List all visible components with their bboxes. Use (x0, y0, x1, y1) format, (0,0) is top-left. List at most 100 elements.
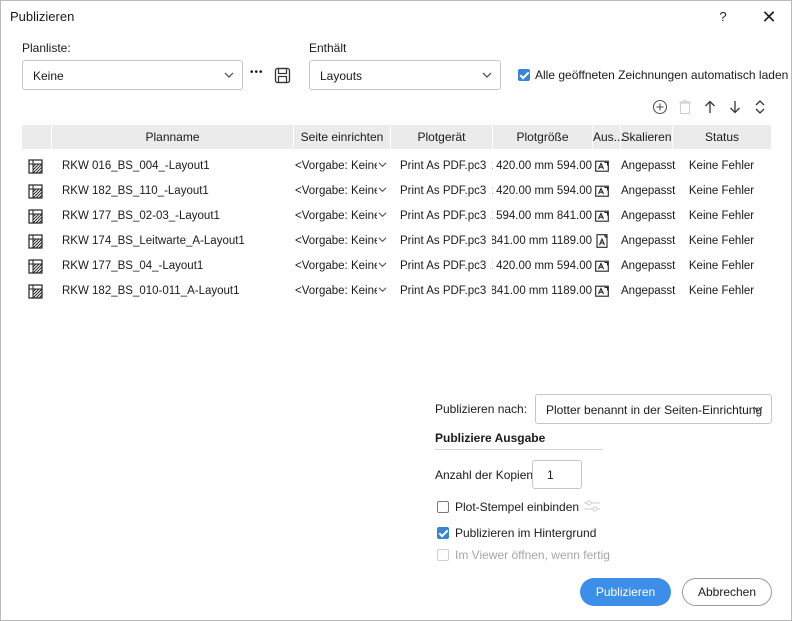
chevron-down-icon (224, 72, 234, 78)
sheet-name: RKW 174_BS_Leitwarte_A-Layout1 (62, 235, 245, 247)
scale-value: Angepasst (621, 260, 676, 272)
enthaelt-dropdown[interactable]: Layouts (309, 60, 501, 90)
sheet-name: RKW 177_BS_02-03_-Layout1 (62, 210, 220, 222)
table-row[interactable]: RKW 177_BS_04_-Layout1 <Vorgabe: Keine> Pr… (22, 254, 771, 279)
page-setup-value: <Vorgabe: Keine> (295, 210, 377, 222)
portrait-orientation-icon[interactable] (595, 229, 617, 254)
delete-icon[interactable] (677, 99, 693, 115)
page-setup-value: <Vorgabe: Keine> (295, 160, 377, 172)
publish-to-value: Plotter benannt in der Seiten-Einrichtun… (546, 403, 763, 417)
plot-stamp-checkbox[interactable] (437, 501, 449, 513)
dialog-title: Publizieren (10, 9, 75, 24)
chevron-down-icon (378, 279, 387, 304)
table-header: Planname Seite einrichten Plotgerät Plot… (22, 125, 771, 149)
column-header-seite-einrichten[interactable]: Seite einrichten (293, 125, 390, 149)
publish-button[interactable]: Publizieren (580, 578, 671, 606)
page-setup-value: <Vorgabe: Keine> (295, 235, 377, 247)
scale-value: Angepasst (621, 285, 676, 297)
sort-icon[interactable] (752, 99, 768, 115)
page-setup-value: <Vorgabe: Keine> (295, 260, 377, 272)
auto-load-checkbox[interactable] (518, 69, 530, 81)
close-button[interactable]: ✕ (755, 5, 783, 29)
chevron-down-icon (378, 154, 387, 179)
move-up-icon[interactable] (702, 99, 718, 115)
settings-sliders-icon[interactable] (583, 499, 601, 513)
save-icon[interactable] (272, 65, 292, 85)
layout-sheet-icon (28, 229, 46, 254)
column-header-plotgeraet[interactable]: Plotgerät (390, 125, 492, 149)
plot-device: Print As PDF.pc3 (400, 285, 487, 297)
status-value: Keine Fehler (688, 210, 755, 222)
column-header-planname[interactable]: Planname (51, 125, 293, 149)
table-row[interactable]: RKW 177_BS_02-03_-Layout1 <Vorgabe: Keine… (22, 204, 771, 229)
landscape-orientation-icon[interactable] (595, 254, 617, 279)
publish-to-label: Publizieren nach: (435, 402, 528, 416)
plot-size: 1189.00 x 841.00 mm (492, 235, 592, 247)
publish-to-dropdown[interactable]: Plotter benannt in der Seiten-Einrichtun… (535, 394, 772, 424)
column-header-ausrichtung[interactable]: Aus... (592, 125, 624, 149)
layout-sheet-icon (28, 179, 46, 204)
chevron-down-icon (378, 254, 387, 279)
move-down-icon[interactable] (727, 99, 743, 115)
status-value: Keine Fehler (688, 260, 755, 272)
table-row[interactable]: RKW 174_BS_Leitwarte_A-Layout1 <Vorgabe: … (22, 229, 771, 254)
plot-size: 594.00 x 420.00 mm (492, 185, 592, 197)
enthaelt-value: Layouts (320, 69, 363, 83)
table-row[interactable]: RKW 182_BS_110_-Layout1 <Vorgabe: Keine> P… (22, 179, 771, 204)
sheet-name: RKW 016_BS_004_-Layout1 (62, 160, 210, 172)
auto-load-label: Alle geöffneten Zeichnungen automatisch … (535, 68, 789, 82)
plot-size: 594.00 x 420.00 mm (492, 160, 592, 172)
landscape-orientation-icon[interactable] (595, 204, 617, 229)
layout-sheet-icon (28, 154, 46, 179)
column-header-icon (22, 125, 51, 149)
publish-dialog: Publizieren ? ✕ Planliste: Keine ••• Ent… (0, 0, 792, 621)
background-publish-checkbox[interactable] (437, 527, 449, 539)
more-options-button[interactable]: ••• (250, 67, 264, 78)
status-value: Keine Fehler (688, 160, 755, 172)
column-header-status[interactable]: Status (672, 125, 771, 149)
column-header-plotgroesse[interactable]: Plotgröße (492, 125, 592, 149)
plot-size: 841.00 x 594.00 mm (492, 210, 592, 222)
chevron-down-icon (482, 72, 492, 78)
table-row[interactable]: RKW 016_BS_004_-Layout1 <Vorgabe: Keine> P… (22, 154, 771, 179)
open-viewer-label: Im Viewer öffnen, wenn fertig (455, 548, 610, 562)
plot-device: Print As PDF.pc3 (400, 160, 487, 172)
page-setup-dropdown[interactable]: <Vorgabe: Keine> (295, 254, 389, 279)
table-row[interactable]: RKW 182_BS_010-011_A-Layout1 <Vorgabe: Ke… (22, 279, 771, 304)
page-setup-dropdown[interactable]: <Vorgabe: Keine> (295, 154, 389, 179)
plot-device: Print As PDF.pc3 (400, 210, 487, 222)
open-viewer-checkbox[interactable] (437, 549, 449, 561)
plot-size: 1189.00 x 841.00 mm (492, 285, 592, 297)
plot-stamp-label: Plot-Stempel einbinden (455, 500, 580, 514)
status-value: Keine Fehler (688, 235, 755, 247)
landscape-orientation-icon[interactable] (595, 279, 617, 304)
copies-input[interactable]: 1 (532, 460, 582, 489)
publish-output-heading: Publiziere Ausgabe (435, 431, 546, 445)
layout-sheet-icon (28, 254, 46, 279)
page-setup-dropdown[interactable]: <Vorgabe: Keine> (295, 204, 389, 229)
page-setup-dropdown[interactable]: <Vorgabe: Keine> (295, 229, 389, 254)
landscape-orientation-icon[interactable] (595, 179, 617, 204)
status-value: Keine Fehler (688, 185, 755, 197)
scale-value: Angepasst (621, 235, 676, 247)
cancel-button[interactable]: Abbrechen (682, 578, 772, 606)
chevron-down-icon (753, 406, 763, 412)
page-setup-dropdown[interactable]: <Vorgabe: Keine> (295, 179, 389, 204)
add-icon[interactable] (652, 99, 668, 115)
planliste-value: Keine (33, 69, 64, 83)
plot-device: Print As PDF.pc3 (400, 260, 487, 272)
plot-size: 594.00 x 420.00 mm (492, 260, 592, 272)
sheet-name: RKW 182_BS_010-011_A-Layout1 (62, 285, 240, 297)
landscape-orientation-icon[interactable] (595, 154, 617, 179)
plot-device: Print As PDF.pc3 (400, 185, 487, 197)
page-setup-dropdown[interactable]: <Vorgabe: Keine> (295, 279, 389, 304)
copies-label: Anzahl der Kopien: (435, 468, 537, 482)
column-header-skalieren[interactable]: Skalieren (620, 125, 672, 149)
sheet-name: RKW 177_BS_04_-Layout1 (62, 260, 204, 272)
status-value: Keine Fehler (688, 285, 755, 297)
section-divider (435, 449, 603, 450)
planliste-dropdown[interactable]: Keine (22, 60, 243, 90)
plot-device: Print As PDF.pc3 (400, 235, 487, 247)
enthaelt-label: Enthält (309, 41, 347, 55)
help-button[interactable]: ? (709, 5, 737, 29)
